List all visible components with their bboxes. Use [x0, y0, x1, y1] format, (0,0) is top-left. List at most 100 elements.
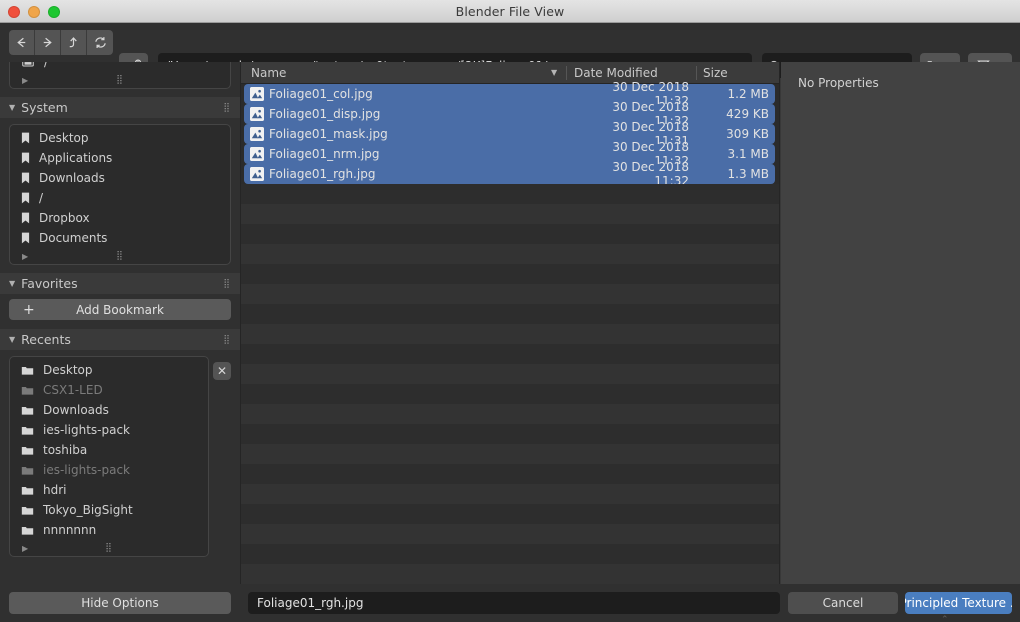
list-item[interactable]: Tokyo_BigSight — [10, 500, 208, 520]
chevron-down-icon: ▼ — [9, 334, 16, 344]
sidebar-item-label: Dropbox — [39, 211, 90, 225]
empty-row[interactable] — [241, 444, 779, 464]
empty-row[interactable] — [241, 364, 779, 384]
column-divider[interactable] — [566, 66, 567, 80]
list-item[interactable]: hdri — [10, 480, 208, 500]
properties-panel: No Properties — [781, 62, 1020, 584]
empty-row[interactable] — [241, 404, 779, 424]
refresh-button[interactable] — [87, 30, 113, 55]
empty-row[interactable] — [241, 544, 779, 564]
list-item[interactable]: toshiba — [10, 440, 208, 460]
empty-row[interactable] — [241, 204, 779, 224]
sidebar-item-root[interactable]: / — [10, 188, 230, 208]
sidebar-item-downloads[interactable]: Downloads — [10, 168, 230, 188]
resize-grabber-icon[interactable]: ⌃ — [941, 615, 949, 622]
sidebar-item-documents[interactable]: Documents — [10, 228, 230, 248]
empty-row[interactable] — [241, 264, 779, 284]
sidebar-item-label: Documents — [39, 231, 108, 245]
image-file-icon — [250, 127, 264, 141]
file-browser-toolbar: /Users/manda/_resource/texture/cc0textur… — [0, 23, 1020, 78]
table-row[interactable]: Foliage01_disp.jpg 30 Dec 2018 11:32 429… — [244, 100, 775, 128]
expand-arrow-icon[interactable]: ▶ — [22, 544, 28, 553]
sidebar-item-dropbox[interactable]: Dropbox — [10, 208, 230, 228]
bookmark-icon — [21, 131, 30, 145]
plus-icon: + — [23, 301, 35, 318]
sidebar-item-desktop[interactable]: Desktop — [10, 128, 230, 148]
file-browser-body: / ▶ ⣿ ▼ System ⣿ Desktop Applications Do… — [0, 62, 1020, 584]
empty-row[interactable] — [241, 224, 779, 244]
forward-button[interactable] — [35, 30, 61, 55]
list-item-label: hdri — [43, 483, 67, 497]
favorites-panel-header[interactable]: ▼ Favorites ⣿ — [0, 273, 240, 294]
resize-grip[interactable]: ⣿ — [116, 75, 124, 85]
list-item[interactable]: Downloads — [10, 400, 208, 420]
folder-icon — [21, 385, 34, 396]
folder-icon — [21, 405, 34, 416]
column-header-name[interactable]: Name — [251, 66, 286, 80]
resize-grip[interactable]: ⣿ — [105, 543, 113, 553]
recents-panel-footer[interactable]: ▶ ⣿ — [10, 540, 208, 556]
table-row[interactable]: Foliage01_col.jpg 30 Dec 2018 11:32 1.2 … — [244, 80, 775, 108]
file-name: Foliage01_nrm.jpg — [269, 147, 380, 161]
maximize-window-button[interactable] — [48, 6, 60, 18]
column-header-size[interactable]: Size — [703, 66, 728, 80]
volumes-panel-footer[interactable]: ▶ ⣿ — [10, 72, 230, 88]
sidebar-item-applications[interactable]: Applications — [10, 148, 230, 168]
bookmark-icon — [21, 151, 30, 165]
clear-recents-button[interactable]: ✕ — [213, 362, 231, 380]
recents-panel-title: Recents — [21, 332, 71, 347]
empty-row[interactable] — [241, 184, 779, 204]
table-row[interactable]: Foliage01_mask.jpg 30 Dec 2018 11:31 309… — [244, 120, 775, 148]
window-titlebar: Blender File View — [0, 0, 1020, 23]
empty-row[interactable] — [241, 464, 779, 484]
list-item[interactable]: ies-lights-pack — [10, 460, 208, 480]
parent-directory-button[interactable] — [61, 30, 87, 55]
folder-icon — [21, 425, 34, 436]
empty-row[interactable] — [241, 564, 779, 584]
chevron-down-icon: ▼ — [9, 102, 16, 112]
system-panel-footer[interactable]: ▶ ⣿ — [10, 248, 230, 264]
column-header-date-modified[interactable]: Date Modified — [574, 66, 658, 80]
expand-arrow-icon[interactable]: ▶ — [22, 252, 28, 261]
add-bookmark-button[interactable]: + Add Bookmark — [9, 299, 231, 320]
table-row[interactable]: Foliage01_nrm.jpg 30 Dec 2018 11:32 3.1 … — [244, 140, 775, 168]
list-item[interactable]: ies-lights-pack — [10, 420, 208, 440]
file-browser-footer: Hide Options Foliage01_rgh.jpg Cancel Pr… — [0, 584, 1020, 622]
empty-row[interactable] — [241, 284, 779, 304]
list-item[interactable]: CSX1-LED — [10, 380, 208, 400]
column-divider[interactable] — [696, 66, 697, 80]
minimize-window-button[interactable] — [28, 6, 40, 18]
folder-icon — [21, 445, 34, 456]
back-button[interactable] — [9, 30, 35, 55]
accept-button[interactable]: Principled Texture .. — [905, 592, 1012, 614]
bookmark-icon — [21, 231, 30, 245]
filename-field[interactable]: Foliage01_rgh.jpg — [248, 592, 780, 614]
recents-panel-header[interactable]: ▼ Recents ⣿ — [0, 329, 240, 350]
expand-arrow-icon[interactable]: ▶ — [22, 76, 28, 85]
empty-row[interactable] — [241, 304, 779, 324]
system-panel-title: System — [21, 100, 68, 115]
empty-row[interactable] — [241, 424, 779, 444]
sort-descending-icon[interactable]: ▼ — [551, 68, 557, 77]
empty-row[interactable] — [241, 504, 779, 524]
resize-grip[interactable]: ⣿ — [116, 251, 124, 261]
close-window-button[interactable] — [8, 6, 20, 18]
list-item[interactable]: Desktop — [10, 360, 208, 380]
hide-options-button[interactable]: Hide Options — [9, 592, 231, 614]
navigation-button-group — [9, 30, 113, 55]
bookmark-icon — [21, 191, 30, 205]
empty-row[interactable] — [241, 524, 779, 544]
system-panel-header[interactable]: ▼ System ⣿ — [0, 97, 240, 118]
sidebar-item-label: / — [44, 62, 49, 69]
cancel-button[interactable]: Cancel — [788, 592, 898, 614]
empty-row[interactable] — [241, 384, 779, 404]
list-item-label: CSX1-LED — [43, 383, 103, 397]
empty-row[interactable] — [241, 324, 779, 344]
list-item[interactable]: nnnnnnn — [10, 520, 208, 540]
folder-icon — [21, 485, 34, 496]
empty-row[interactable] — [241, 344, 779, 364]
sidebar-item-volume-root[interactable]: / — [10, 62, 230, 72]
table-row[interactable]: Foliage01_rgh.jpg 30 Dec 2018 11:32 1.3 … — [244, 160, 775, 188]
empty-row[interactable] — [241, 244, 779, 264]
empty-row[interactable] — [241, 484, 779, 504]
